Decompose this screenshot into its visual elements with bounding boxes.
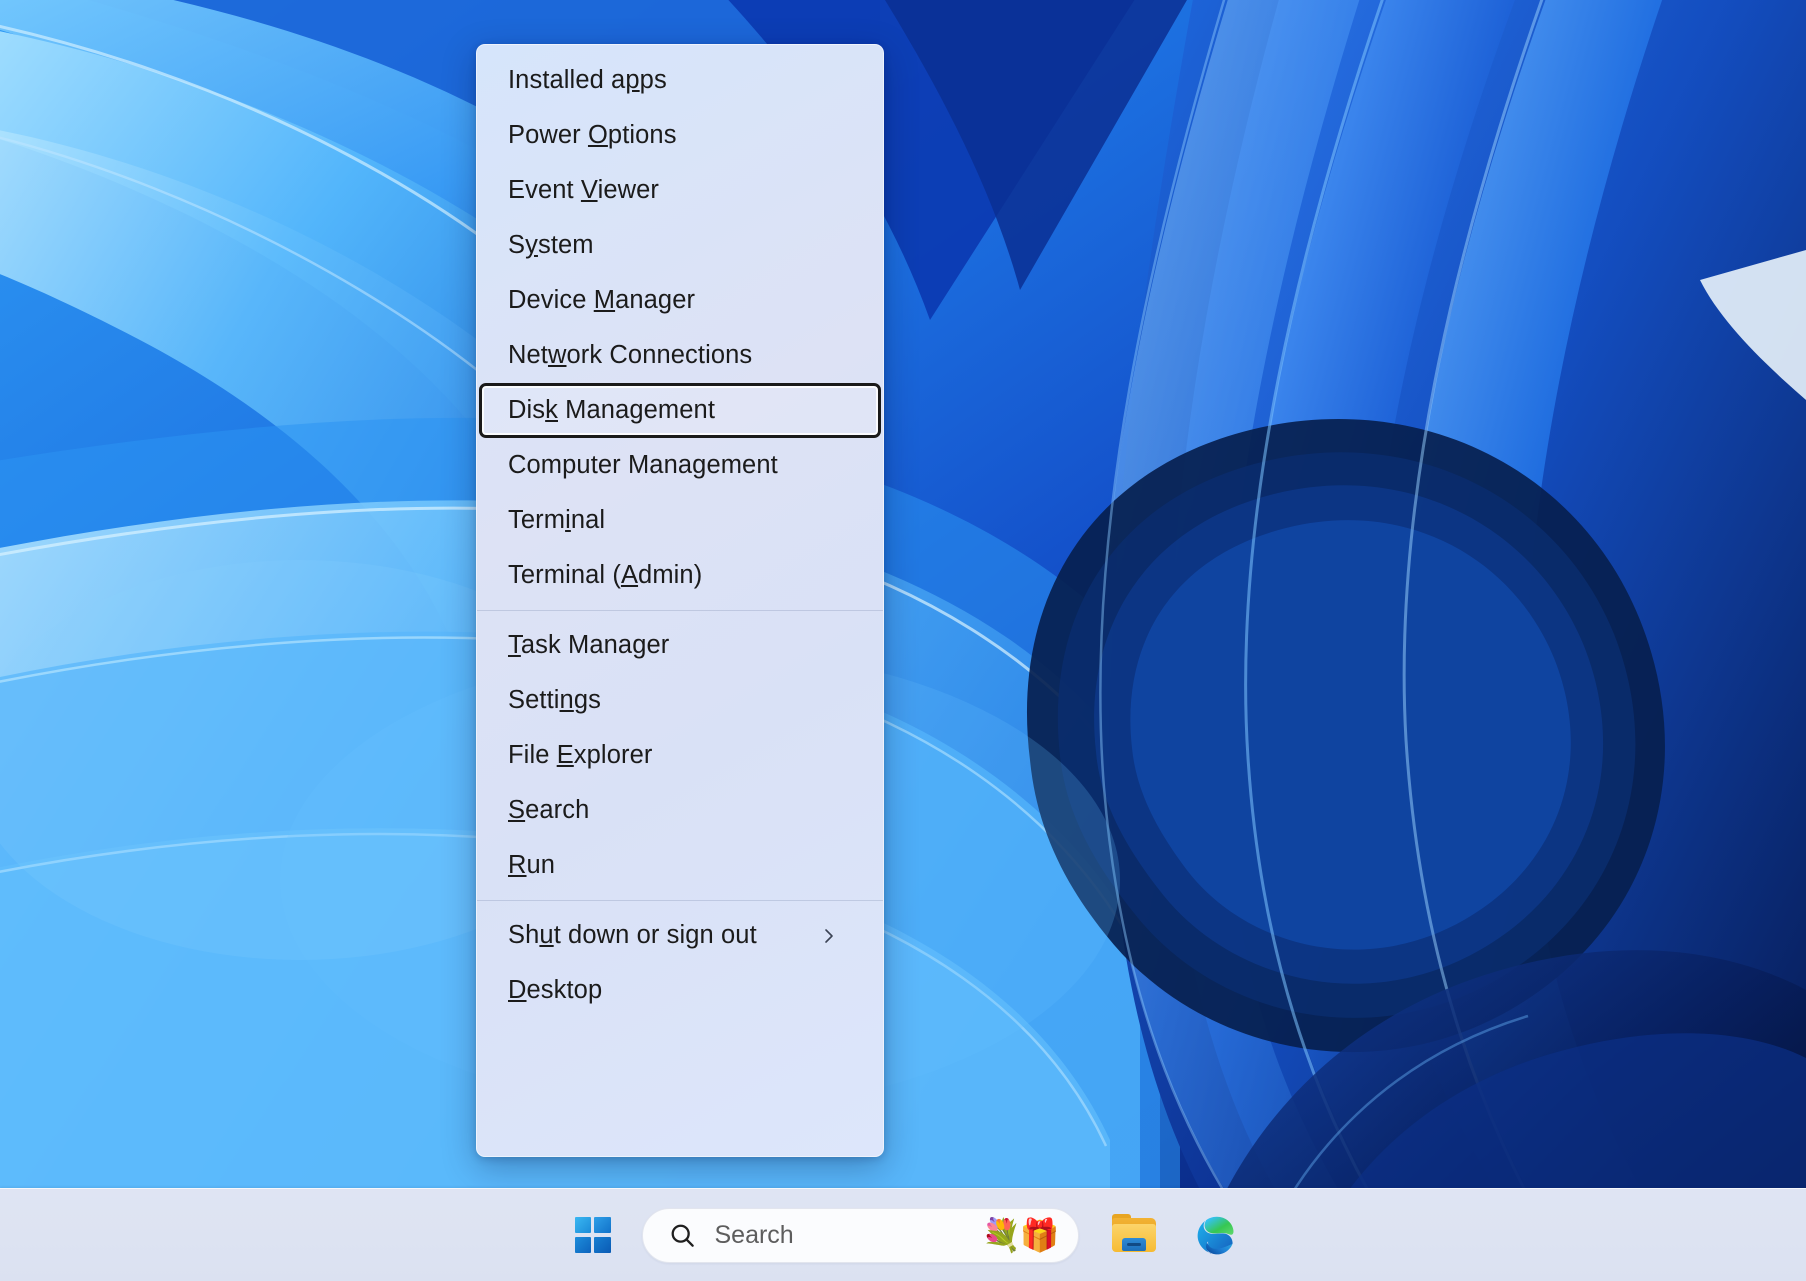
menu-item-computer-management[interactable]: Computer Management — [477, 438, 883, 493]
menu-item-label-tail: esktop — [526, 976, 603, 1004]
edge-icon — [1191, 1212, 1237, 1258]
menu-item-task-manager[interactable]: Task Manager — [477, 618, 883, 673]
menu-item-label-tail: ork Connections — [566, 341, 753, 369]
menu-item-label-tail: dmin) — [638, 561, 703, 589]
menu-item-label: Terminal ( — [508, 561, 621, 589]
menu-item-file-explorer[interactable]: File Explorer — [477, 728, 883, 783]
menu-item-terminal[interactable]: Terminal — [477, 493, 883, 548]
access-key: y — [525, 231, 538, 259]
menu-item-label-tail: iewer — [597, 176, 659, 204]
access-key: D — [508, 976, 527, 1004]
menu-item-label: Device — [508, 286, 594, 314]
chevron-right-icon — [819, 926, 839, 946]
taskbar[interactable]: Search 💐🎁 — [0, 1188, 1806, 1281]
menu-item-label: File — [508, 741, 557, 769]
search-icon — [668, 1221, 697, 1250]
search-decoration-emoji: 💐🎁 — [981, 1217, 1060, 1253]
menu-item-installed-apps[interactable]: Installed apps — [477, 53, 883, 108]
menu-item-label-tail: un — [526, 851, 556, 879]
menu-item-disk-management[interactable]: Disk Management — [479, 383, 881, 438]
access-key: T — [508, 631, 521, 659]
access-key: A — [620, 561, 639, 589]
menu-item-label-tail: ptions — [607, 121, 677, 149]
menu-item-label-tail: ps — [639, 66, 667, 94]
start-button[interactable] — [560, 1202, 626, 1268]
access-key: u — [539, 921, 554, 949]
access-key: g — [692, 451, 707, 479]
menu-item-run[interactable]: Run — [477, 838, 883, 893]
menu-item-settings[interactable]: Settings — [477, 673, 883, 728]
search-input[interactable]: Search — [715, 1221, 982, 1250]
menu-item-device-manager[interactable]: Device Manager — [477, 273, 883, 328]
access-key: n — [559, 686, 574, 714]
access-key: R — [508, 851, 527, 879]
taskbar-app-microsoft-edge[interactable] — [1181, 1202, 1247, 1268]
access-key: S — [508, 796, 526, 824]
menu-item-network-connections[interactable]: Network Connections — [477, 328, 883, 383]
desktop-wallpaper — [0, 0, 1806, 1281]
menu-item-label-tail: ask Manager — [520, 631, 670, 659]
menu-item-label-tail: xplorer — [573, 741, 653, 769]
menu-item-label: Power — [508, 121, 588, 149]
menu-item-label: Computer Mana — [508, 451, 693, 479]
menu-item-shut-down-or-sign-out[interactable]: Shut down or sign out — [477, 908, 883, 963]
menu-item-label-tail: earch — [525, 796, 590, 824]
menu-item-label: Installed a — [508, 66, 626, 94]
menu-separator-2 — [477, 900, 883, 901]
menu-item-system[interactable]: System — [477, 218, 883, 273]
taskbar-pinned-apps — [1101, 1202, 1247, 1268]
menu-item-label-tail: Management — [558, 396, 716, 424]
windows-logo-icon — [574, 1217, 611, 1253]
access-key: p — [625, 66, 640, 94]
desktop[interactable]: Installed apps Power Options Event Viewe… — [0, 0, 1806, 1281]
folder-icon — [1111, 1212, 1157, 1258]
menu-item-label-tail: ement — [706, 451, 778, 479]
taskbar-center-group: Search 💐🎁 — [560, 1202, 1247, 1268]
menu-item-label: Setti — [508, 686, 560, 714]
menu-item-power-options[interactable]: Power Options — [477, 108, 883, 163]
menu-item-label-tail: gs — [573, 686, 601, 714]
menu-item-label: Dis — [508, 396, 546, 424]
menu-item-desktop[interactable]: Desktop — [477, 963, 883, 1018]
search-box[interactable]: Search 💐🎁 — [641, 1207, 1079, 1263]
access-key: k — [545, 396, 558, 424]
menu-item-label: S — [508, 231, 526, 259]
menu-item-label-tail: nal — [570, 506, 606, 534]
menu-item-label-tail: t down or sign out — [553, 921, 757, 949]
access-key: V — [580, 176, 598, 204]
menu-item-terminal-admin[interactable]: Terminal (Admin) — [477, 548, 883, 603]
menu-separator-1 — [477, 610, 883, 611]
menu-item-label: Sh — [508, 921, 540, 949]
menu-item-event-viewer[interactable]: Event Viewer — [477, 163, 883, 218]
menu-item-label-tail: stem — [537, 231, 594, 259]
access-key: M — [593, 286, 616, 314]
menu-item-label: Event — [508, 176, 581, 204]
power-user-menu[interactable]: Installed apps Power Options Event Viewe… — [476, 44, 884, 1157]
menu-item-label: Term — [508, 506, 566, 534]
taskbar-app-file-explorer[interactable] — [1101, 1202, 1167, 1268]
access-key: E — [556, 741, 574, 769]
access-key: O — [587, 121, 608, 149]
menu-item-search[interactable]: Search — [477, 783, 883, 838]
menu-item-label: Net — [508, 341, 548, 369]
menu-item-label-tail: anager — [615, 286, 696, 314]
access-key: w — [547, 341, 567, 369]
